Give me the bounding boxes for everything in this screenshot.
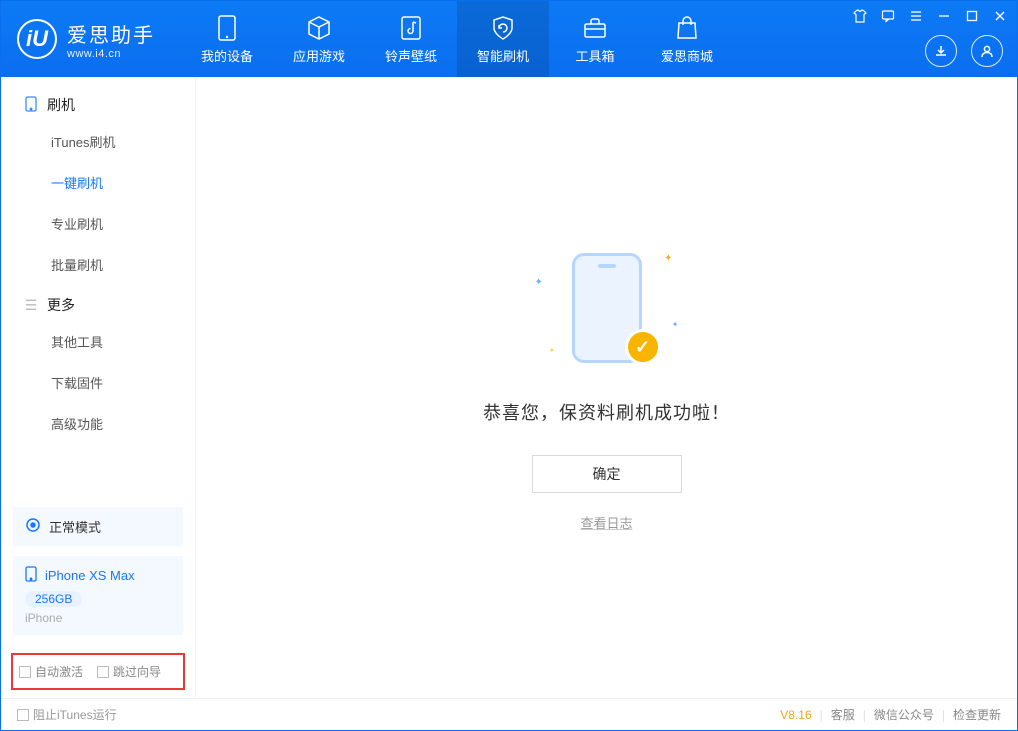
checkbox-label: 阻止iTunes运行 [33, 706, 117, 723]
sparkle-icon: ✦ [535, 277, 543, 288]
sparkle-icon: ✦ [664, 253, 672, 264]
music-note-icon [397, 14, 425, 42]
sparkle-icon: ✦ [549, 346, 556, 355]
tab-label: 我的设备 [201, 46, 253, 65]
app-name: 爱思助手 [67, 19, 155, 48]
sidebar-scroll: 刷机 iTunes刷机 一键刷机 专业刷机 批量刷机 ☰ 更多 其他工具 下载固… [1, 77, 195, 497]
footer-left: 阻止iTunes运行 [17, 706, 117, 723]
top-tabs: 我的设备 应用游戏 铃声壁纸 智能刷机 工具箱 爱思商城 [181, 1, 733, 77]
header-actions [925, 35, 1003, 67]
sidebar-item-download-firmware[interactable]: 下载固件 [1, 362, 195, 403]
tab-label: 铃声壁纸 [385, 46, 437, 65]
skip-guide-checkbox[interactable]: 跳过向导 [97, 663, 161, 680]
download-button[interactable] [925, 35, 957, 67]
version-label: V8.16 [780, 708, 811, 722]
app-url: www.i4.cn [67, 48, 155, 60]
sparkle-icon: ✦ [672, 320, 679, 329]
feedback-icon[interactable] [879, 7, 897, 25]
auto-options-highlight: 自动激活 跳过向导 [11, 653, 185, 690]
tab-label: 应用游戏 [293, 46, 345, 65]
success-message: 恭喜您，保资料刷机成功啦！ [483, 399, 730, 425]
phone-small-icon [25, 566, 37, 585]
view-log-link[interactable]: 查看日志 [580, 513, 632, 532]
toolbox-icon [581, 14, 609, 42]
checkbox-icon [97, 666, 109, 678]
tab-store[interactable]: 爱思商城 [641, 1, 733, 77]
logo-text: 爱思助手 www.i4.cn [67, 19, 155, 60]
mode-card[interactable]: 正常模式 [13, 507, 183, 546]
device-icon [23, 96, 39, 115]
group-title: 更多 [47, 295, 75, 315]
menu-lines-icon[interactable] [907, 7, 925, 25]
mode-label: 正常模式 [49, 517, 101, 536]
app-window: iU 爱思助手 www.i4.cn 我的设备 应用游戏 铃声壁纸 智能刷机 [0, 0, 1018, 731]
device-type: iPhone [25, 611, 171, 625]
maximize-button[interactable] [963, 7, 981, 25]
tab-apps-games[interactable]: 应用游戏 [273, 1, 365, 77]
tab-smart-flash[interactable]: 智能刷机 [457, 1, 549, 77]
header: iU 爱思助手 www.i4.cn 我的设备 应用游戏 铃声壁纸 智能刷机 [1, 1, 1017, 77]
sidebar-item-one-click-flash[interactable]: 一键刷机 [1, 162, 195, 203]
sidebar-item-itunes-flash[interactable]: iTunes刷机 [1, 121, 195, 162]
shopping-bag-icon [673, 14, 701, 42]
footer-link-support[interactable]: 客服 [831, 706, 855, 723]
shield-refresh-icon [489, 14, 517, 42]
logo-icon: iU [17, 19, 57, 59]
footer-right: V8.16 | 客服 | 微信公众号 | 检查更新 [780, 706, 1001, 723]
ok-button[interactable]: 确定 [532, 455, 682, 493]
logo-area: iU 爱思助手 www.i4.cn [1, 19, 181, 60]
device-cards: 正常模式 iPhone XS Max 256GB iPhone [1, 497, 195, 645]
checkbox-label: 自动激活 [35, 663, 83, 680]
window-controls [851, 7, 1009, 25]
checkbox-icon [17, 709, 29, 721]
block-itunes-checkbox[interactable]: 阻止iTunes运行 [17, 706, 117, 723]
tab-ringtone-wallpaper[interactable]: 铃声壁纸 [365, 1, 457, 77]
sidebar-item-batch-flash[interactable]: 批量刷机 [1, 244, 195, 285]
user-button[interactable] [971, 35, 1003, 67]
group-title: 刷机 [47, 95, 75, 115]
sidebar-item-advanced[interactable]: 高级功能 [1, 403, 195, 444]
device-card[interactable]: iPhone XS Max 256GB iPhone [13, 556, 183, 635]
tab-label: 爱思商城 [661, 46, 713, 65]
sidebar: 刷机 iTunes刷机 一键刷机 专业刷机 批量刷机 ☰ 更多 其他工具 下载固… [1, 77, 196, 698]
shirt-icon[interactable] [851, 7, 869, 25]
sidebar-group-more: ☰ 更多 [1, 285, 195, 321]
close-button[interactable] [991, 7, 1009, 25]
tab-label: 智能刷机 [477, 46, 529, 65]
storage-badge: 256GB [25, 591, 82, 607]
checkbox-icon [19, 666, 31, 678]
cube-icon [305, 14, 333, 42]
separator: | [863, 708, 866, 722]
menu-icon: ☰ [23, 297, 39, 314]
minimize-button[interactable] [935, 7, 953, 25]
success-illustration: ✦ ✦ ✦ ✦ ✓ [517, 243, 697, 373]
mode-icon [25, 517, 41, 536]
footer-link-wechat[interactable]: 微信公众号 [874, 706, 934, 723]
check-badge-icon: ✓ [625, 329, 661, 365]
sidebar-item-other-tools[interactable]: 其他工具 [1, 321, 195, 362]
tab-my-device[interactable]: 我的设备 [181, 1, 273, 77]
separator: | [820, 708, 823, 722]
footer-link-update[interactable]: 检查更新 [953, 706, 1001, 723]
device-name: iPhone XS Max [45, 568, 135, 583]
auto-activate-checkbox[interactable]: 自动激活 [19, 663, 83, 680]
separator: | [942, 708, 945, 722]
sidebar-item-pro-flash[interactable]: 专业刷机 [1, 203, 195, 244]
sidebar-group-flash: 刷机 [1, 85, 195, 121]
checkbox-label: 跳过向导 [113, 663, 161, 680]
tab-label: 工具箱 [575, 46, 614, 65]
main-content: ✦ ✦ ✦ ✦ ✓ 恭喜您，保资料刷机成功啦！ 确定 查看日志 [196, 77, 1017, 698]
footer: 阻止iTunes运行 V8.16 | 客服 | 微信公众号 | 检查更新 [1, 698, 1017, 730]
body: 刷机 iTunes刷机 一键刷机 专业刷机 批量刷机 ☰ 更多 其他工具 下载固… [1, 77, 1017, 698]
phone-icon [213, 14, 241, 42]
tab-toolbox[interactable]: 工具箱 [549, 1, 641, 77]
